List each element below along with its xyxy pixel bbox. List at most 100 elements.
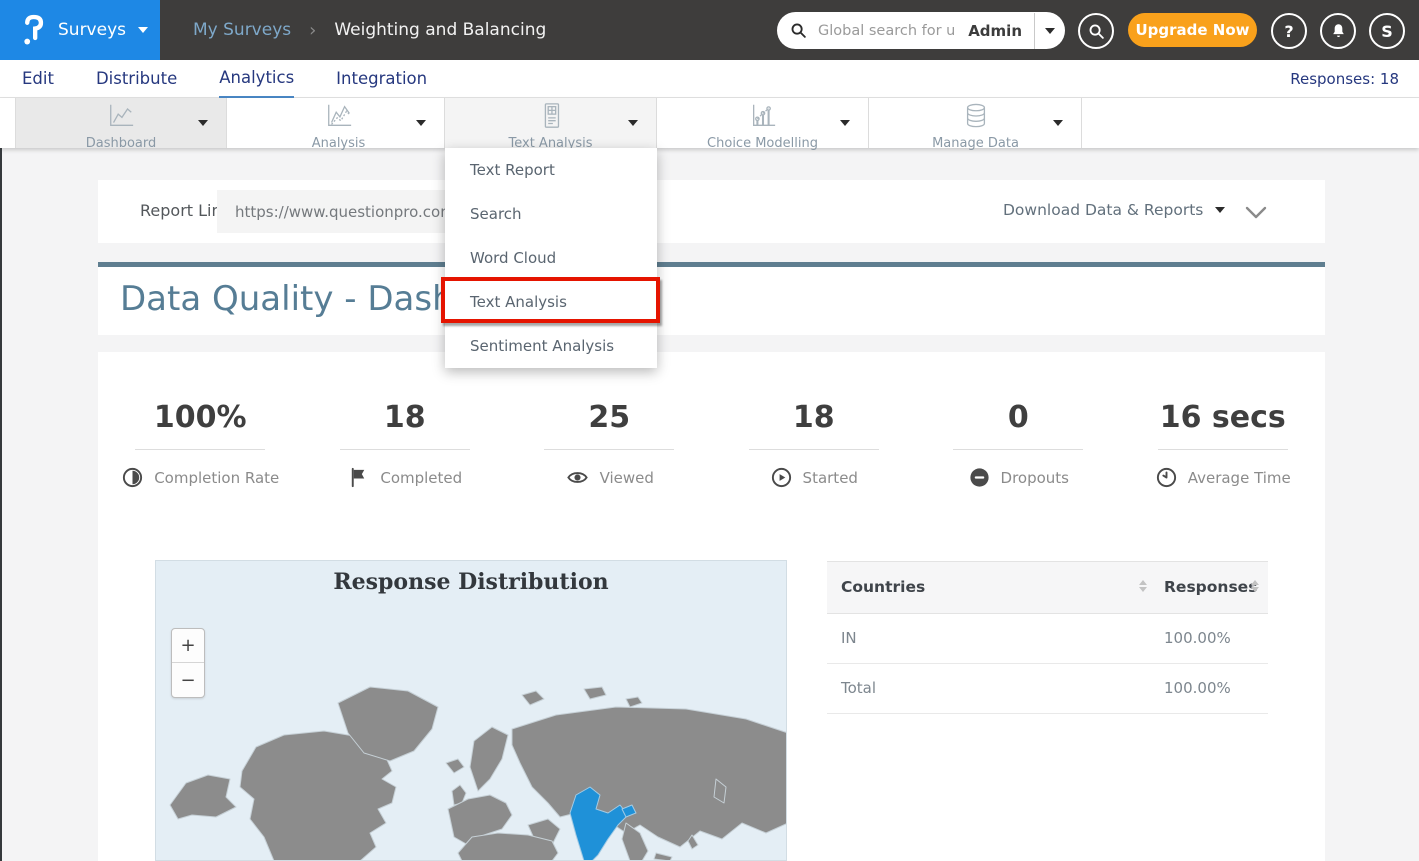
question-mark-icon: ? <box>1284 22 1293 41</box>
table-row: Total 100.00% <box>827 664 1268 714</box>
breadcrumb-parent-link[interactable]: My Surveys <box>193 20 291 40</box>
clock-icon <box>1155 466 1178 489</box>
stats-row: 100% Completion Rate 18 Completed <box>98 400 1325 489</box>
zoom-in-button[interactable]: + <box>172 629 204 663</box>
collapse-chevron-icon[interactable] <box>1245 204 1267 223</box>
surveys-product-switcher[interactable]: Surveys <box>0 0 160 60</box>
divider <box>135 449 265 450</box>
scatter-chart-icon <box>747 102 779 134</box>
toolbar-manage-data-button[interactable]: Manage Data <box>870 98 1082 148</box>
divider <box>544 449 674 450</box>
menu-item-sentiment-analysis[interactable]: Sentiment Analysis <box>445 324 657 368</box>
database-icon <box>960 102 992 134</box>
response-distribution-map[interactable]: Response Distribution + − <box>155 560 787 861</box>
line-chart-icon <box>105 102 137 134</box>
flag-icon <box>347 466 370 489</box>
stat-label: Completed <box>380 469 462 487</box>
search-icon <box>1088 23 1105 40</box>
stat-label: Viewed <box>600 469 654 487</box>
countries-table: Countries Responses IN 100.00% Total 100… <box>827 561 1268 714</box>
breadcrumb: My Surveys › Weighting and Balancing <box>193 0 546 60</box>
survey-tab-nav: Edit Distribute Analytics Integration Re… <box>0 60 1419 98</box>
chevron-down-icon <box>628 120 638 126</box>
help-button[interactable]: ? <box>1271 13 1307 49</box>
map-title: Response Distribution <box>156 569 786 595</box>
stat-started: 18 Started <box>712 400 917 489</box>
bell-icon <box>1330 22 1347 40</box>
divider <box>340 449 470 450</box>
responses-cell: 100.00% <box>1164 679 1231 697</box>
country-cell: Total <box>841 679 876 697</box>
stat-value: 18 <box>384 400 426 435</box>
analytics-toolbar: Dashboard Analysis <box>0 98 1419 148</box>
country-cell: IN <box>841 629 857 647</box>
app-window: Surveys My Surveys › Weighting and Balan… <box>0 0 1419 861</box>
eye-icon <box>565 466 590 489</box>
toolbar-text-analysis-button[interactable]: Text Analysis <box>445 98 657 148</box>
text-analysis-menu: Text Report Search Word Cloud Text Analy… <box>445 148 657 368</box>
minus-circle-icon <box>968 466 991 489</box>
global-search-input[interactable] <box>816 22 956 40</box>
stat-label: Dropouts <box>1001 469 1069 487</box>
tab-integration[interactable]: Integration <box>336 60 427 98</box>
stat-value: 100% <box>154 400 247 435</box>
stat-value: 0 <box>1008 400 1029 435</box>
responses-column-header[interactable]: Responses <box>1164 578 1257 596</box>
toolbar-item-label: Manage Data <box>932 136 1019 151</box>
stat-label: Started <box>803 469 858 487</box>
page-title: Data Quality - Dash <box>120 279 454 319</box>
sort-icon[interactable] <box>1139 580 1147 592</box>
product-caret-icon <box>138 27 148 33</box>
toolbar-analysis-button[interactable]: Analysis <box>233 98 445 148</box>
menu-item-text-report[interactable]: Text Report <box>445 148 657 192</box>
dashboard-card: 100% Completion Rate 18 Completed <box>98 352 1325 861</box>
stat-value: 16 secs <box>1160 400 1286 435</box>
product-label: Surveys <box>58 20 126 40</box>
play-circle-icon <box>770 466 793 489</box>
toolbar-item-label: Analysis <box>312 136 366 151</box>
divider <box>953 449 1083 450</box>
search-scope-label: Admin <box>956 22 1034 40</box>
report-link-card: Report Link Download Data & Reports <box>98 180 1325 243</box>
sort-icon[interactable] <box>1251 580 1259 592</box>
search-scope-selector[interactable]: Admin <box>956 12 1065 49</box>
header-search-button[interactable] <box>1078 13 1114 49</box>
upgrade-now-button[interactable]: Upgrade Now <box>1128 13 1257 47</box>
breadcrumb-current: Weighting and Balancing <box>334 20 546 40</box>
toolbar-item-label: Choice Modelling <box>707 136 818 151</box>
window-left-edge <box>0 148 2 861</box>
divider <box>1158 449 1288 450</box>
toolbar-item-label: Dashboard <box>86 136 157 151</box>
stat-value: 25 <box>588 400 630 435</box>
questionpro-logo-icon <box>20 14 46 46</box>
avatar-initial: S <box>1381 22 1393 41</box>
notifications-button[interactable] <box>1320 13 1356 49</box>
toolbar-dashboard-button[interactable]: Dashboard <box>15 98 227 148</box>
tab-distribute[interactable]: Distribute <box>96 60 177 98</box>
menu-item-search[interactable]: Search <box>445 192 657 236</box>
chevron-down-icon <box>198 120 208 126</box>
user-avatar[interactable]: S <box>1369 13 1405 49</box>
world-map-graphic[interactable] <box>156 675 787 861</box>
download-data-reports-dropdown[interactable]: Download Data & Reports <box>1003 201 1225 219</box>
global-search-bar: Admin <box>777 12 1065 49</box>
page-title-card: Data Quality - Dash <box>98 267 1325 335</box>
table-row: IN 100.00% <box>827 614 1268 664</box>
responses-cell: 100.00% <box>1164 629 1231 647</box>
divider <box>749 449 879 450</box>
menu-item-word-cloud[interactable]: Word Cloud <box>445 236 657 280</box>
stat-label: Completion Rate <box>154 469 279 487</box>
scope-caret-icon <box>1045 28 1055 34</box>
text-document-icon <box>535 102 567 134</box>
chevron-down-icon <box>416 120 426 126</box>
responses-count[interactable]: Responses: 18 <box>1290 60 1399 98</box>
top-header: Surveys My Surveys › Weighting and Balan… <box>0 0 1419 60</box>
download-label: Download Data & Reports <box>1003 201 1203 219</box>
chevron-down-icon <box>840 120 850 126</box>
countries-table-header[interactable]: Countries Responses <box>827 561 1268 614</box>
menu-item-text-analysis[interactable]: Text Analysis <box>445 280 657 324</box>
toolbar-choice-modelling-button[interactable]: Choice Modelling <box>657 98 869 148</box>
tab-edit[interactable]: Edit <box>22 60 54 98</box>
tab-analytics[interactable]: Analytics <box>219 60 294 98</box>
countries-column-header[interactable]: Countries <box>841 578 925 596</box>
